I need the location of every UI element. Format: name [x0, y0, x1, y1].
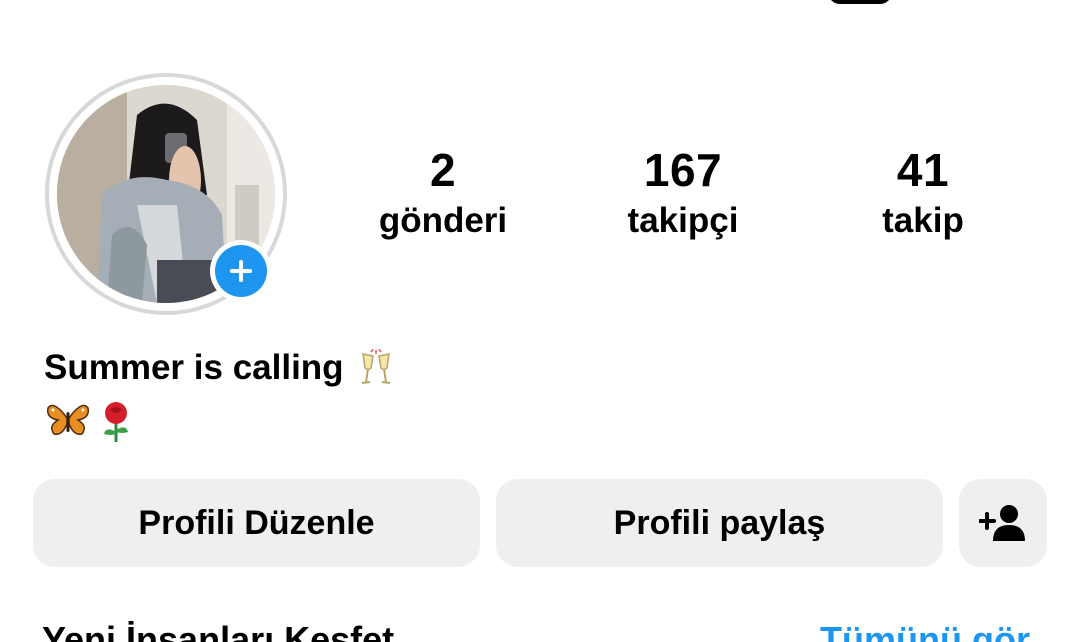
plus-icon	[230, 260, 252, 282]
discover-people-button[interactable]	[959, 479, 1047, 567]
following-count: 41	[896, 144, 950, 196]
edit-profile-label: Profili Düzenle	[138, 503, 375, 542]
stat-posts[interactable]: 2 gönderi	[343, 140, 543, 242]
share-profile-label: Profili paylaş	[613, 503, 826, 542]
posts-label: gönderi	[378, 201, 508, 240]
following-label: takip	[882, 201, 964, 240]
see-all-link[interactable]: Tümünü gör	[820, 618, 1030, 642]
posts-count: 2	[429, 144, 457, 196]
stat-following[interactable]: 41 takip	[823, 140, 1023, 242]
add-person-icon	[979, 505, 1025, 541]
menu-icon[interactable]	[828, 0, 892, 4]
bio-text: Summer is calling	[44, 346, 396, 390]
bio-line2	[46, 400, 134, 444]
discover-people-heading: Yeni İnsanları Keşfet	[42, 619, 395, 642]
stat-followers[interactable]: 167 takipçi	[583, 140, 783, 242]
butterfly-icon	[46, 404, 90, 436]
share-profile-button[interactable]: Profili paylaş	[496, 479, 943, 567]
champagne-glasses-icon	[361, 348, 390, 384]
edit-profile-button[interactable]: Profili Düzenle	[33, 479, 480, 567]
followers-count: 167	[643, 144, 723, 196]
followers-label: takipçi	[627, 201, 739, 240]
add-story-button[interactable]	[210, 240, 272, 302]
profile-header: 2 gönderi 167 takipçi 41 takip Summer is…	[0, 0, 1080, 642]
bio-line1: Summer is calling	[44, 348, 344, 387]
rose-icon	[104, 402, 128, 442]
